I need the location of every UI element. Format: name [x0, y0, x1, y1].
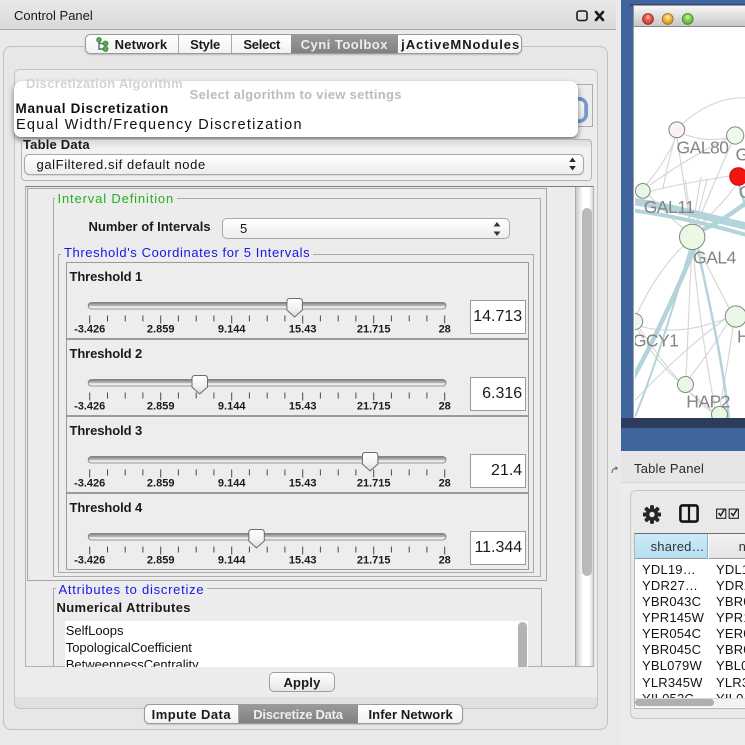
svg-text:9.144: 9.144 [218, 554, 246, 566]
svg-text:2.859: 2.859 [147, 477, 175, 489]
svg-text:21.715: 21.715 [357, 400, 391, 412]
svg-text:28: 28 [439, 554, 451, 566]
svg-text:-3.426: -3.426 [74, 477, 105, 489]
svg-text:2.859: 2.859 [147, 554, 175, 566]
svg-text:HAP2: HAP2 [687, 391, 731, 411]
svg-text:GAL4: GAL4 [693, 247, 737, 267]
svg-text:15.43: 15.43 [289, 477, 317, 489]
svg-text:-3.426: -3.426 [74, 554, 105, 566]
svg-text:21.715: 21.715 [357, 477, 391, 489]
svg-text:9.144: 9.144 [218, 477, 246, 489]
svg-text:GCY1: GCY1 [635, 330, 678, 350]
svg-text:15.43: 15.43 [289, 554, 317, 566]
svg-text:-3.426: -3.426 [74, 400, 105, 412]
svg-text:21.715: 21.715 [357, 324, 391, 336]
svg-text:-3.426: -3.426 [74, 324, 105, 336]
svg-text:GAL11: GAL11 [644, 197, 695, 217]
svg-text:9.144: 9.144 [218, 400, 246, 412]
svg-text:C: C [739, 182, 745, 202]
svg-text:28: 28 [439, 477, 451, 489]
svg-text:H: H [737, 326, 745, 346]
svg-text:21.715: 21.715 [357, 554, 391, 566]
svg-text:28: 28 [439, 324, 451, 336]
svg-text:GA: GA [736, 144, 745, 164]
svg-text:9.144: 9.144 [218, 324, 246, 336]
svg-text:GAL80: GAL80 [677, 137, 730, 157]
svg-text:2.859: 2.859 [147, 400, 175, 412]
svg-text:15.43: 15.43 [289, 400, 317, 412]
svg-text:2.859: 2.859 [147, 324, 175, 336]
svg-text:15.43: 15.43 [289, 324, 317, 336]
svg-text:28: 28 [439, 400, 451, 412]
